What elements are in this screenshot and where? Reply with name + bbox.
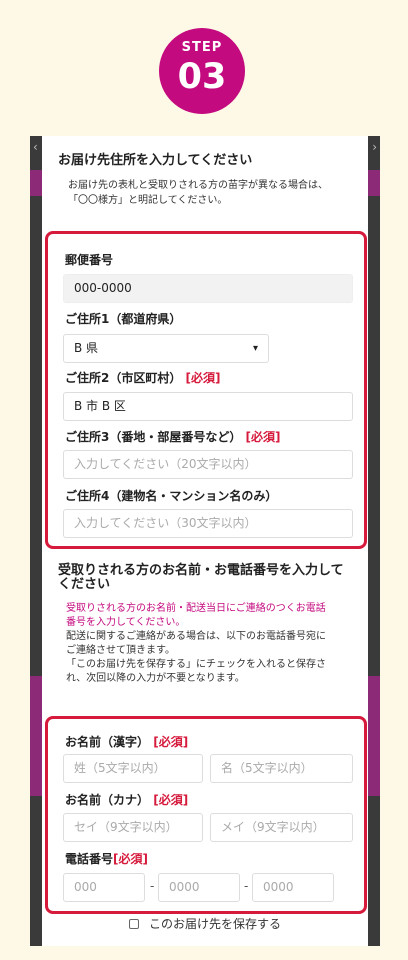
street-input[interactable]: 入力してください（20文字以内） <box>63 450 353 479</box>
save-address-label: このお届け先を保存する <box>148 917 281 931</box>
required-badge: [必須] <box>153 793 189 807</box>
recipient-note-line: ご連絡させて頂きます。 <box>66 645 175 656</box>
street-label-text: ご住所3（番地・部屋番号など） <box>65 430 242 444</box>
pref-label: ご住所1（都道府県） <box>65 312 182 326</box>
building-label: ご住所4（建物名・マンション名のみ） <box>65 489 278 503</box>
prefecture-value: B 県 <box>74 341 99 355</box>
chevron-right-icon: › <box>372 140 377 154</box>
recipient-heading-line: ください <box>58 577 111 592</box>
kana-name-label-text: お名前（カナ） <box>65 793 150 807</box>
last-name-kanji-input[interactable]: 姓（5文字以内） <box>63 754 203 783</box>
phone-separator: - <box>150 879 155 893</box>
last-name-kana-input[interactable]: セイ（9文字以内） <box>63 813 203 842</box>
save-address-toggle[interactable]: このお届け先を保存する <box>42 914 368 934</box>
recipient-note-highlight: 番号を入力してください。 <box>66 617 186 628</box>
address-note: お届け先の表札と受取りされる方の苗字が異なる場合は、 「〇〇様方」と明記してくだ… <box>68 178 358 208</box>
street-label: ご住所3（番地・部屋番号など） [必須] <box>65 428 281 445</box>
chevron-down-icon: ▾ <box>252 343 258 354</box>
building-input[interactable]: 入力してください（30文字以内） <box>63 509 353 538</box>
city-label-text: ご住所2（市区町村） <box>65 371 182 385</box>
required-badge: [必須] <box>153 735 189 749</box>
postal-code-input[interactable]: 000-0000 <box>63 274 353 303</box>
phone-part1-input[interactable]: 000 <box>63 873 145 902</box>
first-name-kanji-input[interactable]: 名（5文字以内） <box>210 754 353 783</box>
recipient-note-highlight: 受取りされる方のお名前・配送当日にご連絡のつくお電話 <box>66 603 326 614</box>
phone-label-text: 電話番号 <box>65 852 114 866</box>
address-note-line: 「〇〇様方」と明記してください。 <box>68 195 228 206</box>
kanji-name-label: お名前（漢字） [必須] <box>65 733 188 750</box>
phone-part2-input[interactable]: 0000 <box>158 873 240 902</box>
recipient-note-line: 「このお届け先を保存する」にチェックを入れると保存さ <box>66 659 326 670</box>
recipient-note: 受取りされる方のお名前・配送当日にご連絡のつくお電話 番号を入力してください。 … <box>66 602 356 686</box>
required-badge: [必須] <box>185 371 221 385</box>
phone-separator: - <box>244 879 249 893</box>
save-address-checkbox[interactable] <box>128 919 139 929</box>
recipient-fields-frame: お名前（漢字） [必須] 姓（5文字以内） 名（5文字以内） お名前（カナ） [… <box>45 716 367 914</box>
step-badge: STEP 03 <box>159 28 245 114</box>
phone-label: 電話番号[必須] <box>65 850 148 867</box>
kana-name-label: お名前（カナ） [必須] <box>65 791 188 808</box>
address-fields-frame: 郵便番号 000-0000 ご住所1（都道府県） B 県 ▾ ご住所2（市区町村… <box>45 231 367 549</box>
phone-part3-input[interactable]: 0000 <box>252 873 334 902</box>
step-label: STEP <box>181 40 223 55</box>
recipient-heading-line: 受取りされる方のお名前・お電話番号を入力して <box>58 563 344 578</box>
required-badge: [必須] <box>245 430 281 444</box>
address-note-line: お届け先の表札と受取りされる方の苗字が異なる場合は、 <box>68 180 328 191</box>
kanji-name-label-text: お名前（漢字） <box>65 735 150 749</box>
postal-label: 郵便番号 <box>65 253 114 267</box>
city-input[interactable]: B 市 B 区 <box>63 392 353 421</box>
recipient-heading: 受取りされる方のお名前・お電話番号を入力して ください <box>58 564 358 592</box>
chevron-left-icon: ‹ <box>33 140 38 154</box>
address-form-modal: お届け先住所を入力してください お届け先の表札と受取りされる方の苗字が異なる場合… <box>42 136 368 946</box>
address-heading: お届け先住所を入力してください <box>58 153 253 168</box>
prefecture-select[interactable]: B 県 ▾ <box>63 334 269 363</box>
required-badge: [必須] <box>113 852 148 866</box>
recipient-note-line: 配送に関するご連絡がある場合は、以下のお電話番号宛に <box>66 631 326 642</box>
step-number: 03 <box>177 57 227 97</box>
city-label: ご住所2（市区町村） [必須] <box>65 369 221 386</box>
first-name-kana-input[interactable]: メイ（9文字以内） <box>210 813 353 842</box>
recipient-note-line: れ、次回以降の入力が不要となります。 <box>66 673 245 684</box>
